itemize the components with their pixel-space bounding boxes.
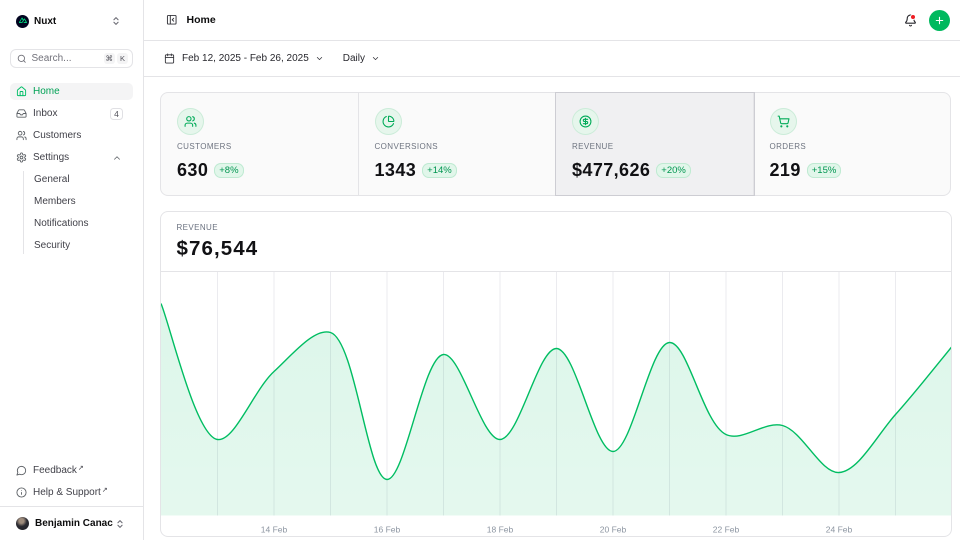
svg-text:14 Feb: 14 Feb [260,525,287,535]
svg-text:16 Feb: 16 Feb [373,525,400,535]
svg-text:24 Feb: 24 Feb [825,525,852,535]
svg-text:18 Feb: 18 Feb [486,525,513,535]
svg-text:22 Feb: 22 Feb [712,525,739,535]
svg-text:20 Feb: 20 Feb [599,525,626,535]
